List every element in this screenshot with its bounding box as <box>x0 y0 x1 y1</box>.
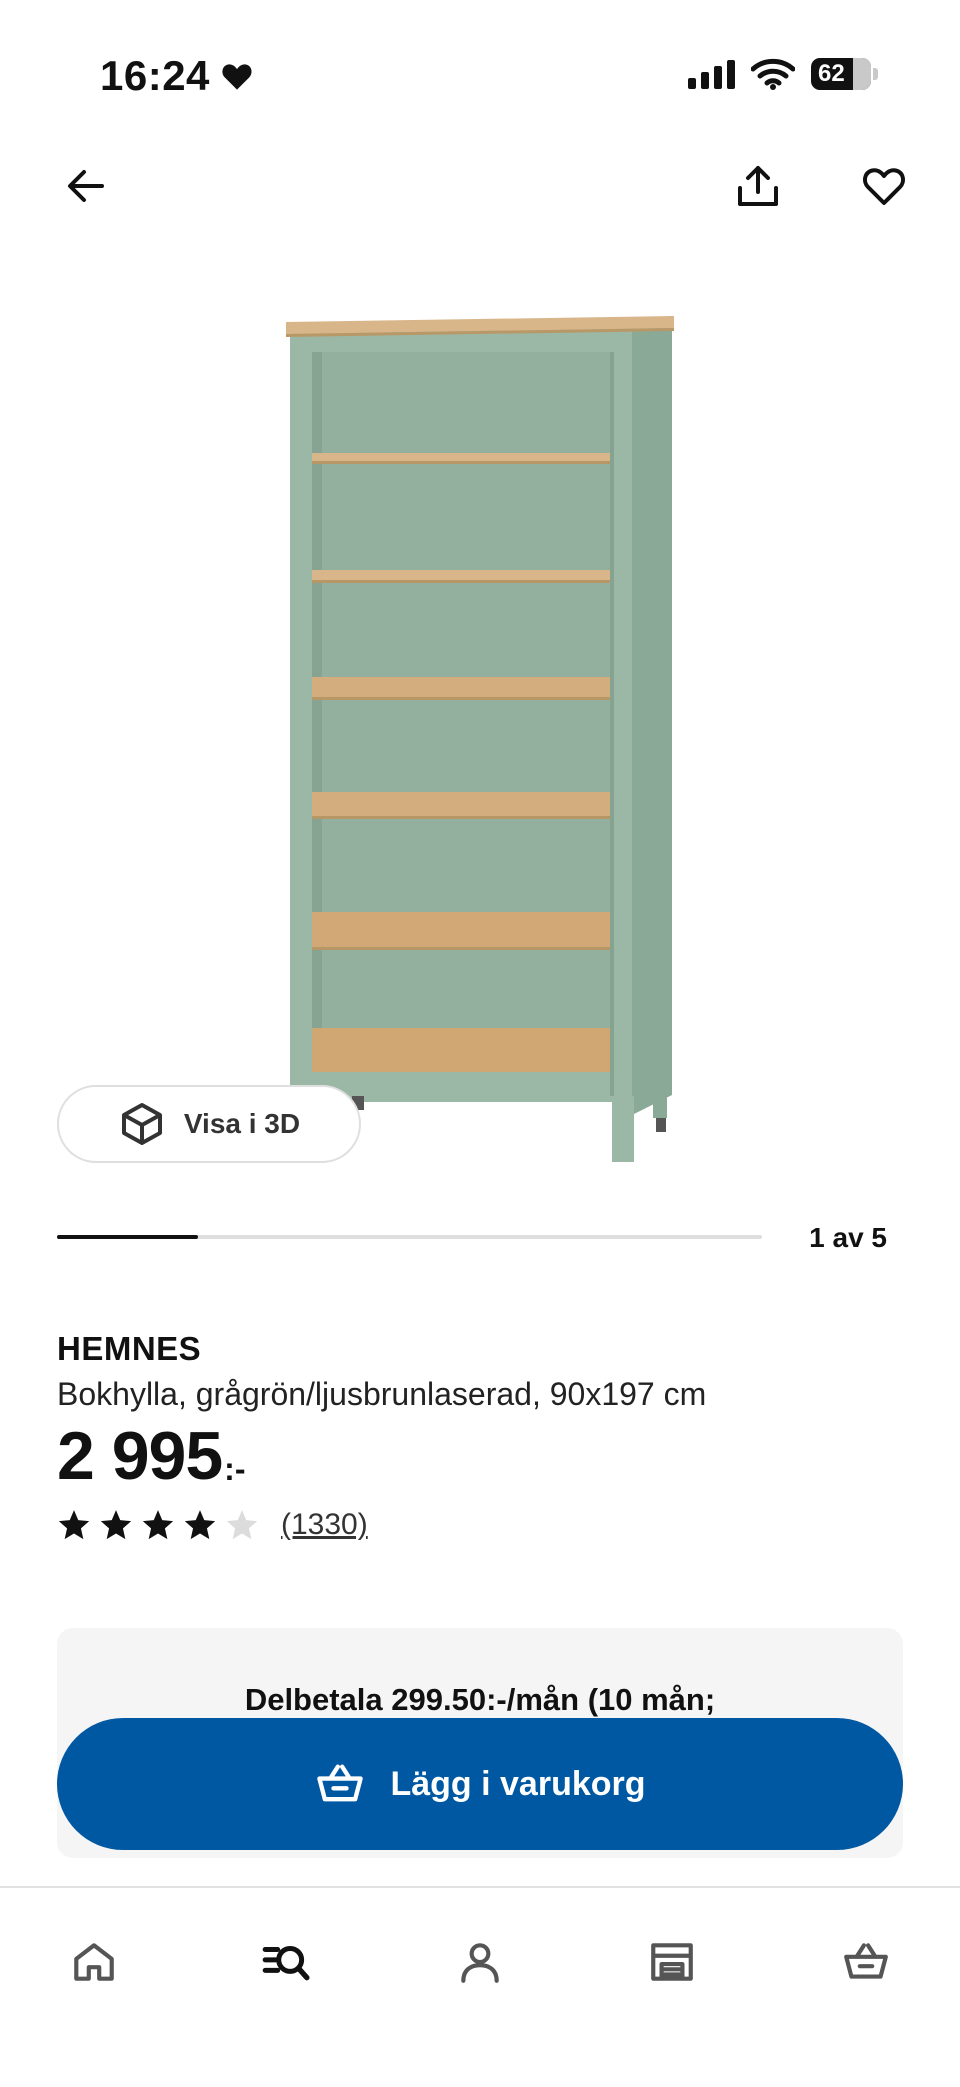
product-image[interactable] <box>260 300 690 1180</box>
product-description: Bokhylla, grågrön/ljusbrunlaserad, 90x19… <box>57 1376 707 1412</box>
status-time: 16:24 <box>100 52 254 100</box>
rating-stars <box>57 1508 259 1542</box>
status-indicators: 62 <box>688 58 878 90</box>
star-filled-icon <box>58 1510 90 1540</box>
view-3d-label: Visa i 3D <box>183 1108 301 1139</box>
nav-search[interactable] <box>250 1926 322 1998</box>
product-info: HEMNES Bokhylla, grågrön/ljusbrunlaserad… <box>57 1330 903 1542</box>
store-icon <box>651 1943 693 1981</box>
heart-outline-icon <box>863 168 905 205</box>
star-empty-icon <box>226 1510 258 1540</box>
heart-icon <box>222 64 252 90</box>
carousel-progress-track <box>57 1235 762 1239</box>
status-bar: 16:24 62 <box>0 0 960 150</box>
top-nav <box>0 150 960 260</box>
price-amount: 2 995 <box>57 1418 223 1494</box>
product-price: 2 995 :- <box>57 1418 903 1494</box>
carousel-progress-fill <box>57 1235 198 1239</box>
add-to-cart-button[interactable]: Lägg i varukorg <box>57 1718 903 1850</box>
nav-profile[interactable] <box>444 1926 516 1998</box>
arrow-left-icon <box>68 170 104 202</box>
product-rating[interactable]: (1330) <box>57 1508 903 1542</box>
favorite-button[interactable] <box>848 150 920 222</box>
star-filled-icon <box>184 1510 216 1540</box>
product-name: HEMNES <box>57 1330 202 1367</box>
share-button[interactable] <box>722 150 794 222</box>
back-button[interactable] <box>50 150 122 222</box>
bottom-nav <box>0 1886 960 2087</box>
image-carousel-indicator: 1 av 5 <box>57 1222 887 1272</box>
search-icon <box>262 1945 310 1981</box>
battery-percent: 62 <box>818 60 845 87</box>
profile-icon <box>461 1943 499 1983</box>
share-icon <box>738 166 778 206</box>
star-filled-icon <box>100 1510 132 1540</box>
wifi-icon <box>751 58 795 90</box>
price-suffix: :- <box>224 1451 246 1487</box>
time-text: 16:24 <box>100 52 210 99</box>
home-icon <box>74 1943 114 1981</box>
battery-icon: 62 <box>811 58 871 90</box>
review-count-link[interactable]: (1330) <box>281 1508 368 1542</box>
view-3d-button[interactable]: Visa i 3D <box>57 1085 361 1163</box>
add-to-cart-label: Lägg i varukorg <box>390 1764 646 1803</box>
installment-text: Delbetala 299.50:-/mån (10 mån; <box>244 1682 716 1717</box>
nav-home[interactable] <box>58 1926 130 1998</box>
signal-icon <box>688 59 735 89</box>
basket-icon <box>317 1764 364 1802</box>
carousel-page-count: 1 av 5 <box>809 1222 887 1253</box>
basket-icon <box>844 1943 888 1979</box>
nav-store[interactable] <box>636 1926 708 1998</box>
star-filled-icon <box>142 1510 174 1540</box>
cube-icon <box>121 1103 162 1145</box>
nav-cart[interactable] <box>830 1926 902 1998</box>
